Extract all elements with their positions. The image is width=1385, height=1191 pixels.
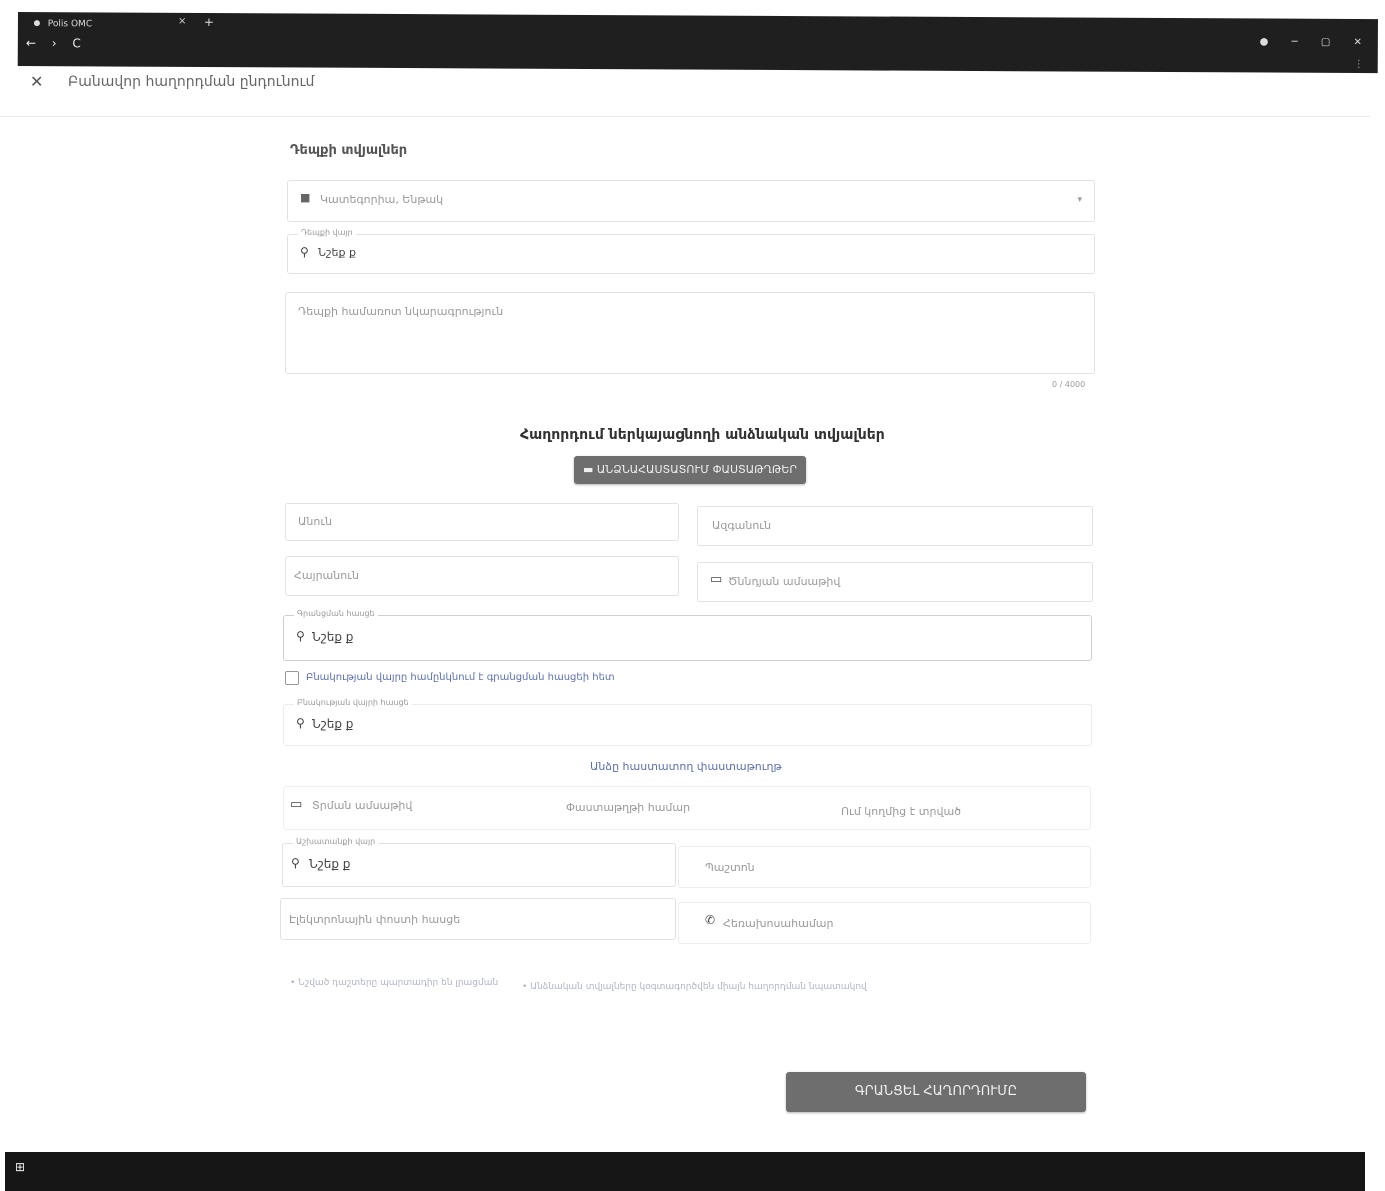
- birth-date-field[interactable]: ▭ Ծննդյան ամսաթիվ: [697, 562, 1093, 602]
- residence-label: Բնակության վայրի հասցե: [294, 698, 412, 707]
- first-name-placeholder: Անուն: [298, 515, 333, 528]
- email-placeholder: Էլեկտրոնային փոստի հասցե: [289, 913, 461, 926]
- same-address-label[interactable]: Բնակության վայրը համընկնում է գրանցման հ…: [306, 672, 615, 683]
- calendar-icon[interactable]: ▭: [290, 797, 302, 812]
- position-placeholder: Պաշտոն: [705, 861, 755, 874]
- site-favicon-icon: [33, 20, 40, 27]
- same-address-checkbox[interactable]: [285, 671, 299, 685]
- registration-address-field[interactable]: Գրանցման հասցե ⚲ Նշեք ք: [283, 609, 1092, 661]
- map-marker-icon: ⚲: [291, 856, 300, 870]
- chevron-down-icon[interactable]: ▾: [1077, 195, 1082, 205]
- last-name-placeholder: Ազգանուն: [712, 519, 772, 532]
- document-row: ▭ Տրման ամսաթիվ Փաստաթղթի համար Ում կողմ…: [283, 786, 1091, 830]
- phone-placeholder: Հեռախոսահամար: [723, 917, 834, 930]
- identity-document-link[interactable]: Անձը հաստատող փաստաթուղթ: [590, 760, 782, 773]
- browser-window-frame: Polis OMC × + ← › C ● ─ ▢ ✕ ⋮: [17, 12, 1378, 74]
- residence-value: Նշեք ք: [312, 717, 354, 731]
- close-icon[interactable]: ✕: [30, 72, 43, 91]
- close-window-icon[interactable]: ✕: [1353, 37, 1361, 48]
- required-note-text: Նշված դաշտերը պարտադիր են լրացման: [298, 978, 499, 988]
- id-card-icon: ▬: [582, 463, 597, 476]
- maximize-icon[interactable]: ▢: [1321, 37, 1331, 48]
- work-address-field[interactable]: Աշխատանքի վայր ⚲ Նշեք ք: [282, 837, 676, 887]
- event-address-label: Դեպքի վայր: [298, 228, 356, 237]
- category-placeholder: Կատեգորիա, Ենթակ: [320, 193, 444, 206]
- calendar-icon[interactable]: ▭: [710, 572, 722, 587]
- patronymic-field[interactable]: Հայրանուն: [285, 556, 679, 596]
- birth-date-placeholder: Ծննդյան ամսաթիվ: [728, 575, 841, 588]
- back-arrow-icon[interactable]: ←: [26, 36, 36, 50]
- page-title: Բանավոր հաղորդման ընդունում: [68, 74, 315, 90]
- char-counter: 0 / 4000: [1052, 380, 1086, 389]
- residence-address-field[interactable]: Բնակության վայրի հասցե ⚲ Նշեք ք: [283, 698, 1092, 746]
- browser-nav: ← › C: [26, 36, 93, 50]
- first-name-field[interactable]: Անուն: [285, 503, 679, 541]
- os-taskbar: ⊞: [5, 1152, 1365, 1191]
- reporter-heading: Հաղորդում ներկայացնողի անձնական տվյալներ: [520, 427, 885, 443]
- reload-icon[interactable]: C: [72, 36, 80, 50]
- required-note: • Նշված դաշտերը պարտադիր են լրացման: [290, 978, 499, 988]
- last-name-field[interactable]: Ազգանուն: [697, 506, 1093, 546]
- work-value: Նշեք ք: [309, 857, 351, 871]
- event-section-title: Դեպքի տվյալներ: [290, 143, 408, 158]
- folder-icon: ■: [300, 191, 311, 204]
- issue-date-placeholder[interactable]: Տրման ամսաթիվ: [312, 799, 412, 812]
- tab-close-icon[interactable]: ×: [178, 16, 186, 27]
- minimize-icon[interactable]: ─: [1292, 37, 1298, 48]
- windows-start-icon[interactable]: ⊞: [15, 1161, 27, 1173]
- phone-field[interactable]: ✆ Հեռախոսահամար: [678, 902, 1091, 944]
- event-address-value: Նշեք ք: [318, 246, 356, 259]
- map-marker-icon: ⚲: [296, 629, 305, 643]
- identify-button-label: ԱՆՁՆԱՀԱՍՏԱՏՈՒՄ ՓԱՍՏԱԹՂԹԵՐ: [596, 463, 798, 476]
- patronymic-placeholder: Հայրանուն: [294, 569, 359, 582]
- privacy-note: • Անձնական տվյալները կօգտագործվեն միայն …: [522, 982, 867, 992]
- description-placeholder: Դեպքի համառոտ նկարագրություն: [298, 305, 504, 318]
- work-label: Աշխատանքի վայր: [293, 837, 379, 846]
- identify-documents-button[interactable]: ▬ ԱՆՁՆԱՀԱՍՏԱՏՈՒՄ ՓԱՍՏԱԹՂԹԵՐ: [574, 456, 806, 484]
- profile-icon[interactable]: ●: [1260, 37, 1269, 48]
- forward-arrow-icon[interactable]: ›: [52, 36, 57, 50]
- new-tab-button[interactable]: +: [204, 15, 214, 29]
- privacy-note-text: Անձնական տվյալները կօգտագործվեն միայն հա…: [530, 982, 867, 992]
- registration-value: Նշեք ք: [312, 630, 354, 644]
- app-header: ✕ Բանավոր հաղորդման ընդունում: [0, 66, 1370, 117]
- email-field[interactable]: Էլեկտրոնային փոստի հասցե: [280, 898, 676, 940]
- category-select[interactable]: ■ Կատեգորիա, Ենթակ ▾: [287, 180, 1095, 222]
- map-marker-icon: ⚲: [296, 716, 305, 730]
- phone-icon: ✆: [705, 913, 716, 927]
- description-textarea[interactable]: Դեպքի համառոտ նկարագրություն: [285, 292, 1095, 374]
- window-controls: ● ─ ▢ ✕: [1240, 36, 1362, 49]
- submit-button[interactable]: ԳՐԱՆՑԵԼ ՀԱՂՈՐԴՈՒՄԸ: [786, 1072, 1086, 1112]
- registration-label: Գրանցման հասցե: [294, 609, 378, 618]
- doc-number-placeholder[interactable]: Փաստաթղթի համար: [566, 801, 690, 814]
- map-marker-icon: ⚲: [300, 245, 309, 259]
- position-field[interactable]: Պաշտոն: [678, 846, 1091, 888]
- event-address-field[interactable]: Դեպքի վայր ⚲ Նշեք ք: [287, 228, 1095, 274]
- issued-by-placeholder[interactable]: Ում կողմից է տրված: [841, 805, 961, 818]
- tab-title: Polis OMC: [47, 19, 93, 30]
